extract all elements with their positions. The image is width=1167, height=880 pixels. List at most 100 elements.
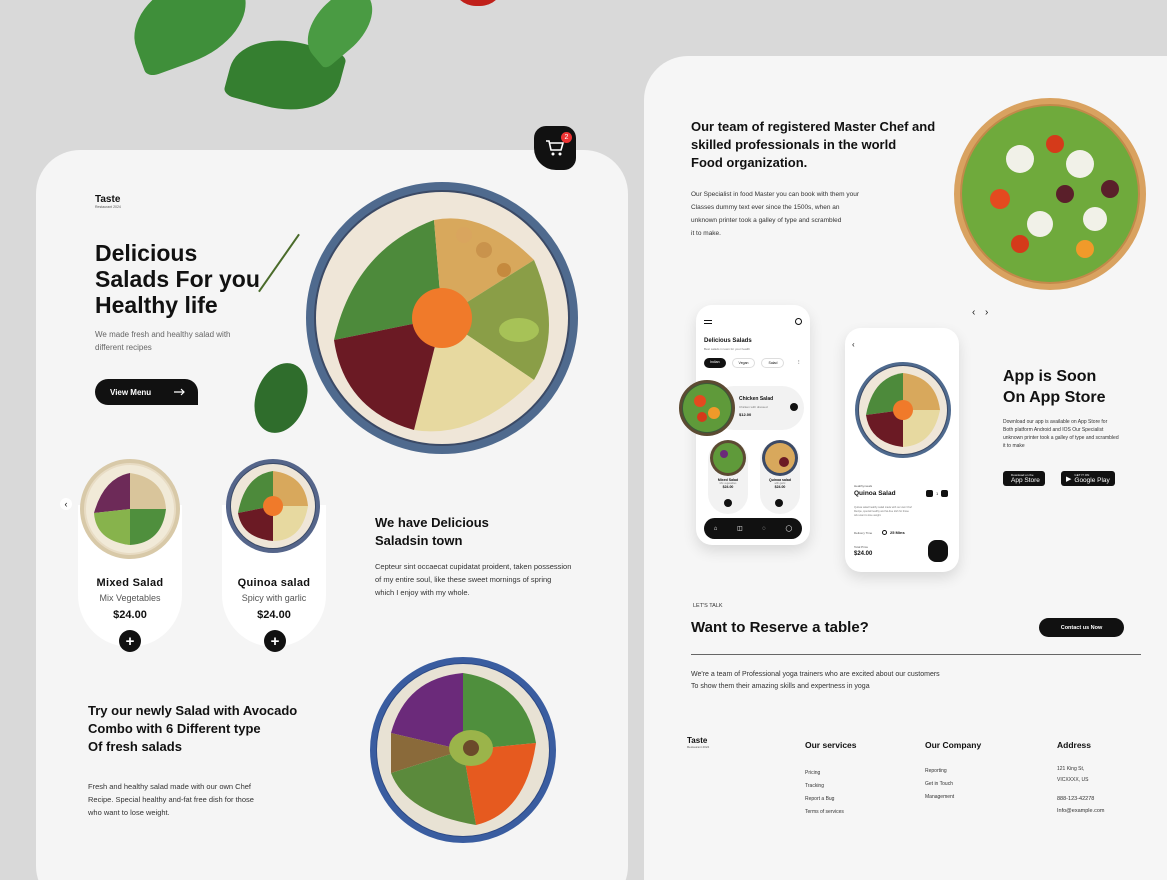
view-menu-button[interactable]: View Menu <box>95 379 198 405</box>
chat-icon[interactable]: ◌ <box>762 526 766 532</box>
app-item-image <box>710 440 746 476</box>
footer-company: Our Company Reporting Get in Touch Manag… <box>925 740 981 800</box>
team-text: Our Specialist in food Master you can bo… <box>691 188 891 240</box>
footer-link[interactable]: Pricing <box>805 770 857 776</box>
avocado-text: Fresh and healthy salad made with our ow… <box>88 780 288 819</box>
product-name: Mixed Salad <box>96 577 164 589</box>
reserve-text: We're a team of Professional yoga traine… <box>691 669 940 693</box>
delicious-heading-line: We have Delicious <box>375 515 489 530</box>
footer-link[interactable]: Terms of services <box>805 809 857 815</box>
total-label: Total Price <box>854 545 869 549</box>
section-divider <box>691 654 1141 655</box>
hero-title: Delicious Salads For you Healthy life <box>95 240 315 318</box>
carousel-prev-arrow[interactable]: ‹ <box>60 498 72 510</box>
app-bottom-nav: ⌂ ◫ ◌ ◯ <box>704 518 802 539</box>
detail-name: Quinoa Salad <box>854 490 896 497</box>
delicious-text-line: which I enjoy with my whole. <box>375 588 470 597</box>
google-play-button[interactable]: ▶ GET IT ON Google Play <box>1061 471 1115 486</box>
google-play-icon: ▶ <box>1066 475 1072 483</box>
cart-count-badge: 2 <box>561 132 572 143</box>
footer-address-title: Address <box>1057 740 1092 750</box>
hero-title-line: Healthy life <box>95 292 218 318</box>
app-promo-text-line: it to make <box>1003 443 1025 449</box>
featured-item-price: $12.00 <box>739 412 752 417</box>
footer-services: Our services Pricing Tracking Report a B… <box>805 740 857 815</box>
team-heading-line: Food organization. <box>691 155 808 170</box>
hero-title-line: Delicious <box>95 240 198 266</box>
detail-description-line: who want to lose weight. <box>854 514 882 517</box>
app-promo-heading-line: On App Store <box>1003 389 1106 406</box>
app-promo-heading: App is Soon On App Store <box>1003 366 1106 408</box>
detail-price: $24.00 <box>854 551 873 557</box>
footer-company-title: Our Company <box>925 740 982 750</box>
team-text-line: unknown printer took a galley of type an… <box>691 217 842 224</box>
filter-icon[interactable]: ⫶ <box>798 360 800 367</box>
footer-link[interactable]: Tracking <box>805 783 857 789</box>
app-item-price: $24.00 <box>774 485 786 489</box>
footer-address-line: VICXXXX, US <box>1057 777 1089 783</box>
quantity-stepper[interactable]: 1 <box>926 490 949 497</box>
decrement-button[interactable] <box>926 490 933 497</box>
app-promo-text-line: Download our app is available on App Sto… <box>1003 419 1108 425</box>
arrow-right-icon <box>174 388 185 396</box>
hero-salad-image <box>306 182 578 454</box>
back-icon[interactable]: ‹ <box>852 340 855 349</box>
team-text-line: it to make. <box>691 230 721 237</box>
footer-link[interactable]: Management <box>925 794 981 800</box>
featured-item-desc: Chicken with dressed <box>739 405 768 409</box>
app-store-button[interactable]: Download on the App Store <box>1003 471 1045 486</box>
bag-icon[interactable]: ◫ <box>737 525 743 532</box>
footer-link[interactable]: Reporting <box>925 768 981 774</box>
team-text-line: Classes dummy text ever since the 1500s,… <box>691 204 840 211</box>
featured-item-image <box>679 380 735 436</box>
detail-salad-image <box>855 362 951 458</box>
cart-button[interactable]: 2 <box>534 126 576 170</box>
app-item-add-button[interactable] <box>775 499 783 507</box>
home-icon[interactable]: ⌂ <box>714 526 718 532</box>
product-name: Quinoa salad <box>237 577 311 589</box>
app-promo-text-line: unknown printer took a galley of type an… <box>1003 435 1119 441</box>
avocado-heading-line: Of fresh salads <box>88 739 182 754</box>
profile-icon[interactable]: ◯ <box>785 525 792 532</box>
clock-icon <box>882 530 887 535</box>
add-to-cart-button[interactable]: + <box>264 630 286 652</box>
app-screen-title: Delicious Salads <box>704 338 752 344</box>
add-to-cart-button[interactable]: + <box>119 630 141 652</box>
quantity-value: 1 <box>936 491 939 496</box>
avocado-text-line: Recipe. Special healthy and-fat free dis… <box>88 795 254 804</box>
footer-brand[interactable]: Taste Restaurant 2024 <box>687 736 709 749</box>
app-store-label: App Store <box>1011 477 1040 484</box>
footer-brand-name: Taste <box>687 736 708 745</box>
footer-phone[interactable]: 888-123-42278 <box>1057 796 1104 802</box>
brand-logo[interactable]: Taste Restaurant 2024 <box>95 194 121 209</box>
increment-button[interactable] <box>941 490 949 497</box>
team-heading-line: Our team of registered Master Chef and <box>691 119 936 134</box>
reserve-title: Want to Reserve a table? <box>691 619 869 636</box>
search-icon[interactable] <box>795 318 802 325</box>
delicious-text-line: Cepteur sint occaecat cupidatat proident… <box>375 562 572 571</box>
category-tab[interactable]: Indian <box>704 358 726 368</box>
category-tab[interactable]: Vegan <box>731 358 756 368</box>
hamburger-icon[interactable] <box>704 320 712 324</box>
slider-prev-arrow[interactable]: ‹ <box>972 307 975 318</box>
reserve-eyebrow: LET'S TALK <box>693 603 723 609</box>
delicious-heading-line: Saladsin town <box>375 533 463 548</box>
category-tabs: Indian Vegan Salad <box>704 358 785 368</box>
contact-us-button[interactable]: Contact us Now <box>1039 618 1124 637</box>
footer-link[interactable]: Report a Bug <box>805 796 857 802</box>
footer-link[interactable]: Get in Touch <box>925 781 981 787</box>
wooden-bowl-salad-image <box>954 98 1146 290</box>
featured-item-arrow-button[interactable] <box>790 403 798 411</box>
category-tab[interactable]: Salad <box>761 358 785 368</box>
app-item-add-button[interactable] <box>724 499 732 507</box>
delivery-label: Delivery Time <box>854 531 873 535</box>
detail-cart-button[interactable] <box>928 540 948 562</box>
slider-next-arrow[interactable]: › <box>985 307 988 318</box>
hero-subtitle-line: different recipes <box>95 343 152 352</box>
product-price: $24.00 <box>113 609 147 621</box>
footer-email[interactable]: Info@example.com <box>1057 808 1104 814</box>
app-item-price: $24.00 <box>722 485 734 489</box>
hero-title-line: Salads For you <box>95 266 260 292</box>
team-text-line: Our Specialist in food Master you can bo… <box>691 191 859 198</box>
delicious-heading: We have Delicious Saladsin town <box>375 514 575 550</box>
